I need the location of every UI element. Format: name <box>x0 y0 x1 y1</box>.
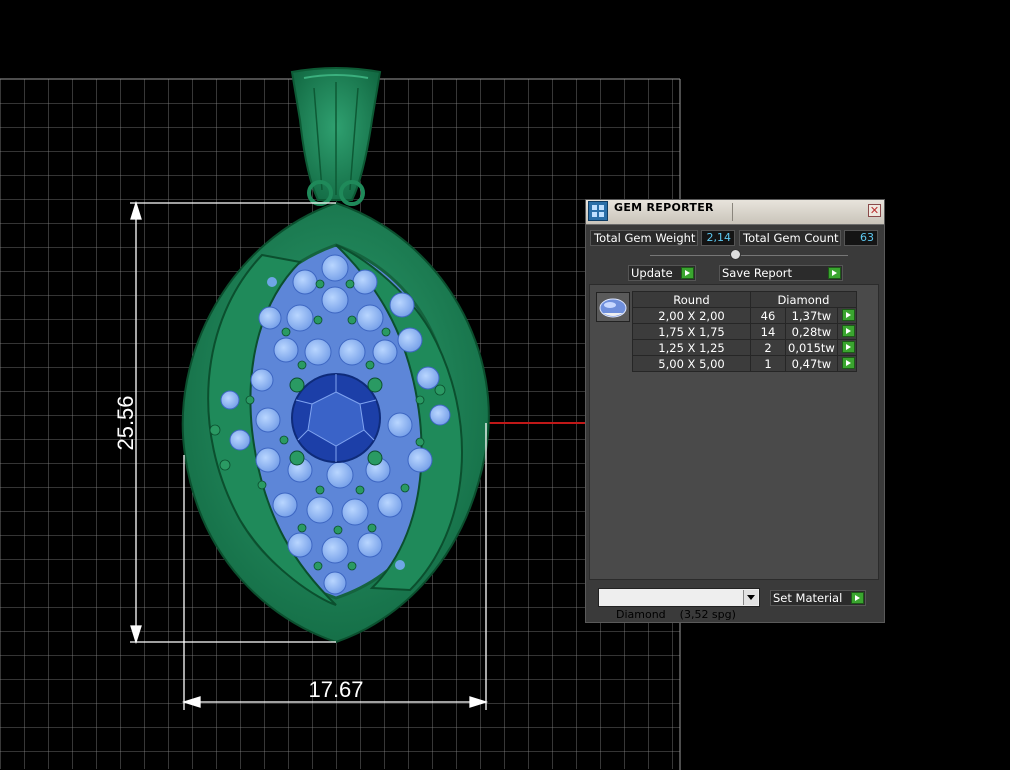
table-row[interactable]: 1,75 X 1,75 14 0,28tw <box>632 323 857 340</box>
update-button[interactable]: Update <box>628 265 696 281</box>
panel-titlebar[interactable]: GEM REPORTER ✕ <box>586 200 884 225</box>
gem-list: Round Diamond 2,00 X 2,00 46 1,37tw 1,75… <box>589 284 879 580</box>
row-select-button[interactable] <box>836 355 857 372</box>
column-header-shape: Round <box>632 291 751 308</box>
gem-weight: 1,37tw <box>785 307 838 324</box>
update-button-label: Update <box>631 266 673 280</box>
gem-count: 46 <box>750 307 786 324</box>
save-report-button[interactable]: Save Report <box>719 265 843 281</box>
gem-reporter-panel: GEM REPORTER ✕ Total Gem Weight 2,14 Tot… <box>585 199 885 623</box>
width-dimension-label: 17.67 <box>308 677 363 702</box>
total-gem-count-label: Total Gem Count <box>739 230 841 246</box>
total-gem-weight-label: Total Gem Weight <box>590 230 698 246</box>
play-icon <box>681 267 694 279</box>
round-gem-thumbnail-icon[interactable] <box>596 292 630 322</box>
gem-weight: 0,47tw <box>785 355 838 372</box>
gem-count: 14 <box>750 323 786 340</box>
material-select-value: Diamond (3,52 spg) <box>616 608 736 621</box>
set-material-button-label: Set Material <box>773 591 843 605</box>
panel-slider-handle[interactable] <box>730 249 741 260</box>
table-row[interactable]: 2,00 X 2,00 46 1,37tw <box>632 307 857 324</box>
row-select-button[interactable] <box>836 307 857 324</box>
set-material-button[interactable]: Set Material <box>770 590 866 606</box>
save-report-button-label: Save Report <box>722 266 793 280</box>
gem-weight: 0,28tw <box>785 323 838 340</box>
gem-count: 2 <box>750 339 786 356</box>
gem-size: 5,00 X 5,00 <box>632 355 751 372</box>
table-row[interactable]: 5,00 X 5,00 1 0,47tw <box>632 355 857 372</box>
column-header-material: Diamond <box>750 291 857 308</box>
gem-table: Round Diamond 2,00 X 2,00 46 1,37tw 1,75… <box>632 291 857 372</box>
row-select-button[interactable] <box>836 323 857 340</box>
gem-size: 2,00 X 2,00 <box>632 307 751 324</box>
gem-count: 1 <box>750 355 786 372</box>
panel-slider-track <box>650 255 848 256</box>
play-icon <box>841 341 855 353</box>
panel-title: GEM REPORTER <box>614 201 714 214</box>
play-icon <box>841 309 855 321</box>
gem-size: 1,25 X 1,25 <box>632 339 751 356</box>
play-icon <box>851 592 864 604</box>
chevron-down-icon[interactable] <box>743 590 758 605</box>
gem-size: 1,75 X 1,75 <box>632 323 751 340</box>
play-icon <box>841 357 855 369</box>
gem-weight: 0,015tw <box>785 339 838 356</box>
title-divider <box>732 203 733 221</box>
close-icon: ✕ <box>869 204 880 217</box>
total-gem-weight-value: 2,14 <box>701 230 735 246</box>
height-dimension-label: 25.56 <box>113 395 138 450</box>
close-button[interactable]: ✕ <box>868 204 881 217</box>
play-icon <box>841 325 855 337</box>
material-select[interactable]: Diamond (3,52 spg) <box>598 588 760 621</box>
table-row[interactable]: 1,25 X 1,25 2 0,015tw <box>632 339 857 356</box>
gem-reporter-icon <box>588 201 608 221</box>
row-select-button[interactable] <box>836 339 857 356</box>
total-gem-count-value: 63 <box>844 230 878 246</box>
play-icon <box>828 267 841 279</box>
